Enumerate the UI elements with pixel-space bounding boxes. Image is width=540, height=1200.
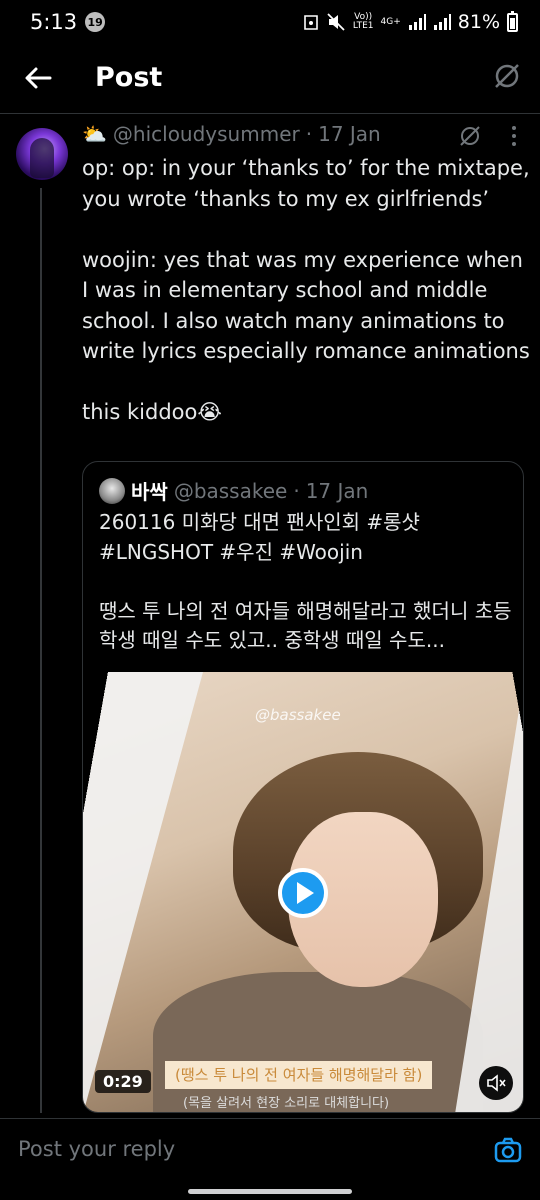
page-title: Post: [95, 62, 163, 93]
quoted-post-meta: 바싹 @bassakee · 17 Jan: [99, 476, 368, 505]
signal-icon-2: [433, 14, 451, 30]
reply-input[interactable]: Post your reply: [18, 1137, 175, 1161]
post-header: Post: [0, 44, 540, 114]
meta-separator: ·: [293, 478, 300, 503]
avatar[interactable]: [16, 128, 68, 180]
thread-line: [40, 188, 42, 1113]
quoted-name[interactable]: 바싹: [131, 476, 168, 505]
quoted-text: 260116 미화당 대면 팬사인회 #롱샷 #LNGSHOT #우진 #Woo…: [99, 510, 512, 652]
status-bar: 5:13 19 Vo)) LTE1 4G+ 81%: [0, 0, 540, 44]
volume-muted-icon[interactable]: [479, 1066, 513, 1100]
battery-percent: 81%: [457, 11, 500, 33]
gesture-bar: [188, 1189, 352, 1194]
quoted-date: 17 Jan: [305, 478, 369, 503]
post-text: op: op: in your ‘thanks to’ for the mixt…: [82, 156, 530, 424]
status-time: 5:13: [30, 10, 78, 34]
wallet-icon: [304, 15, 318, 30]
cloud-sun-emoji: ⛅: [82, 122, 107, 146]
signal-icon: [408, 14, 426, 30]
network-type: 4G+: [380, 16, 401, 27]
post-date[interactable]: 17 Jan: [318, 122, 381, 146]
video-subtitle: (땡스 투 나의 전 여자들 해명해달라 함): [165, 1061, 433, 1089]
quoted-post[interactable]: 바싹 @bassakee · 17 Jan 260116 미화당 대면 팬사인회…: [82, 461, 524, 1113]
notification-count-badge: 19: [85, 12, 106, 32]
camera-icon[interactable]: [493, 1135, 523, 1165]
meta-separator: ·: [305, 122, 313, 146]
reply-bar: Post your reply: [0, 1118, 540, 1180]
video-subtitle-note: (목을 살려서 현장 소리로 대체합니다): [183, 1096, 390, 1111]
post-meta: ⛅ @hicloudysummer · 17 Jan: [82, 122, 381, 146]
video-watermark: @bassakee: [255, 706, 341, 724]
volte-indicator: Vo)) LTE1: [352, 12, 374, 31]
quoted-avatar[interactable]: [99, 477, 125, 504]
mute-icon: [327, 13, 345, 31]
more-options-icon[interactable]: [506, 124, 522, 148]
battery-icon: [507, 10, 518, 32]
back-arrow-icon[interactable]: [22, 62, 54, 94]
video-player[interactable]: @bassakee (땡스 투 나의 전 여자들 해명해달라 함) (목을 살려…: [83, 672, 523, 1112]
quoted-handle[interactable]: @bassakee: [174, 479, 288, 503]
video-duration: 0:29: [95, 1070, 151, 1093]
play-button-icon[interactable]: [278, 868, 328, 918]
grok-icon[interactable]: [458, 124, 482, 148]
post-handle[interactable]: @hicloudysummer: [113, 122, 300, 146]
grok-icon[interactable]: [492, 61, 522, 91]
